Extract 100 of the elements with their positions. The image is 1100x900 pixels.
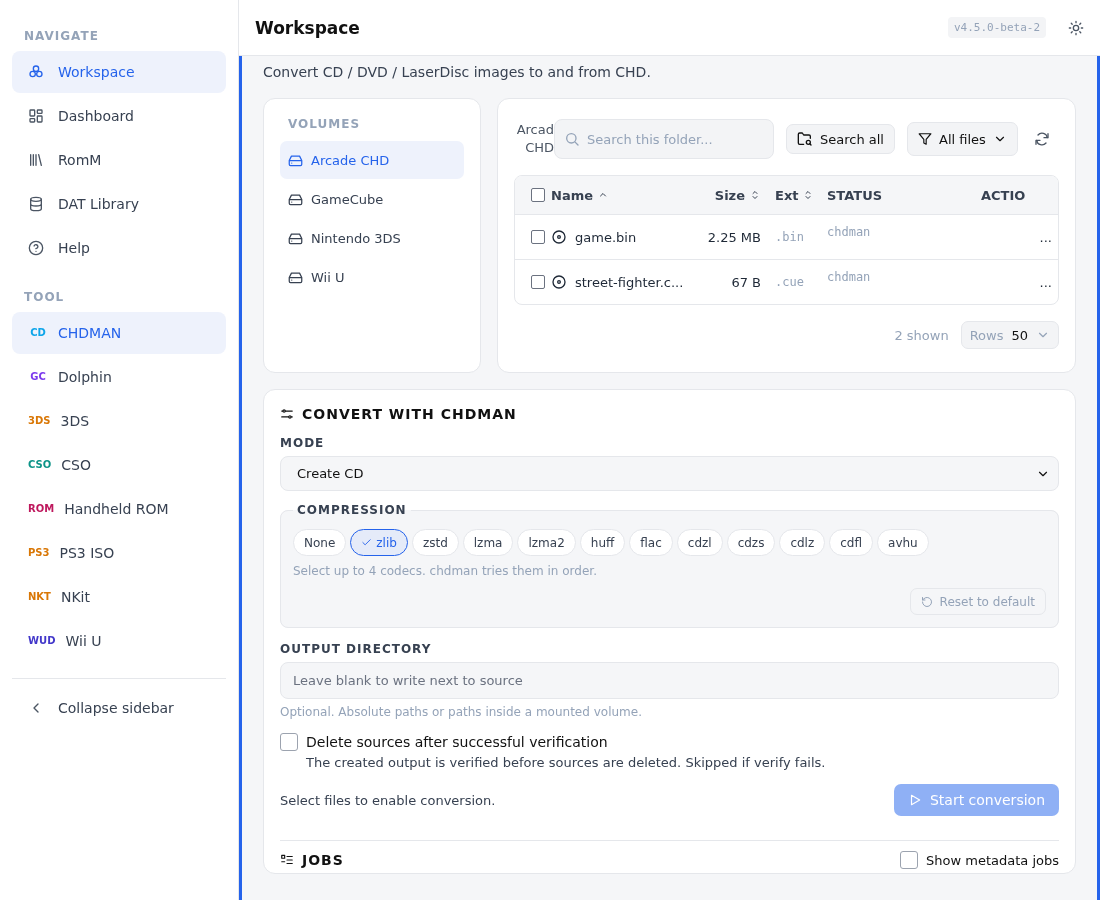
row-checkbox[interactable] bbox=[531, 230, 545, 244]
sidebar-item[interactable]: CSO CSO bbox=[12, 444, 226, 486]
section-heading: NAVIGATE bbox=[23, 28, 100, 45]
column-header: STATUS bbox=[826, 187, 884, 203]
field-label: COMPRESSION bbox=[296, 503, 408, 517]
conversion-status: Select files to enable conversion. bbox=[280, 792, 496, 808]
reset-icon bbox=[920, 595, 933, 608]
codec-chip[interactable]: cdzs bbox=[726, 529, 776, 556]
volume-item[interactable]: Nintendo 3DS bbox=[280, 219, 464, 257]
page-subtitle: Convert CD / DVD / LaserDisc images to and from CHD. bbox=[263, 64, 652, 80]
checkbox-label: Delete sources after successful verification bbox=[306, 734, 608, 750]
tool-abbreviation-label: NKT bbox=[28, 590, 51, 604]
dashboard-icon bbox=[28, 108, 44, 124]
select-all-checkbox[interactable] bbox=[531, 188, 545, 202]
search-field[interactable]: Search this folder... bbox=[554, 119, 774, 159]
folder-search-icon bbox=[797, 131, 813, 147]
version-label: v4.5.0-beta-2 bbox=[947, 17, 1046, 38]
drive-icon bbox=[288, 152, 303, 168]
sidebar-item[interactable]: 3DS 3DS bbox=[12, 400, 226, 442]
sidebar-item[interactable]: CD CHDMAN bbox=[12, 312, 226, 354]
check-icon bbox=[361, 537, 373, 548]
rows-per-page-dropdown[interactable]: Rows 50 bbox=[960, 321, 1059, 349]
tool-abbreviation-label: GC bbox=[29, 370, 47, 384]
sidebar-item[interactable]: NKT NKit bbox=[12, 576, 226, 618]
sun-icon bbox=[1068, 19, 1084, 36]
disc-icon bbox=[551, 229, 567, 245]
row-actions-button[interactable]: ... bbox=[961, 229, 1058, 245]
tool-abbreviation-label: WUD bbox=[28, 634, 56, 648]
sliders-icon bbox=[280, 407, 294, 421]
sidebar-item[interactable]: ROM Handheld ROM bbox=[12, 488, 226, 530]
codec-chip[interactable]: lzma2 bbox=[517, 529, 576, 556]
file-extension: .bin bbox=[774, 230, 805, 244]
disc-icon bbox=[551, 274, 567, 290]
metadata-jobs-checkbox[interactable] bbox=[900, 851, 919, 869]
filter-icon bbox=[918, 132, 932, 146]
tool-abbreviation-label: CD bbox=[29, 326, 47, 340]
tool-abbreviation-label: PS3 bbox=[28, 546, 50, 560]
section-heading: TOOL bbox=[23, 289, 66, 306]
library-icon bbox=[28, 152, 44, 168]
column-header[interactable]: Name bbox=[551, 187, 691, 203]
filter-dropdown[interactable]: All files bbox=[907, 122, 1018, 156]
codec-chip[interactable]: None bbox=[293, 529, 347, 556]
checkbox-hint: The created output is verified before sources are deleted. Skipped if verify fails. bbox=[306, 755, 827, 770]
sort-icon bbox=[749, 189, 761, 201]
sidebar-item[interactable]: Dashboard bbox=[12, 95, 226, 137]
collapse-sidebar-button[interactable]: Collapse sidebar bbox=[12, 687, 226, 729]
sidebar-item[interactable]: RomM bbox=[12, 139, 226, 181]
tool-abbreviation-label: 3DS bbox=[28, 414, 51, 428]
file-size: 67 B bbox=[730, 274, 761, 290]
search-icon bbox=[564, 131, 580, 147]
shown-count: 2 shown bbox=[894, 327, 949, 343]
refresh-button[interactable] bbox=[1033, 131, 1050, 147]
row-actions-button[interactable]: ... bbox=[961, 274, 1058, 290]
codec-chip[interactable]: zlib bbox=[350, 529, 408, 556]
panel-title: CONVERT WITH CHDMAN bbox=[302, 406, 517, 422]
codec-chip[interactable]: cdfl bbox=[829, 529, 874, 556]
database-icon bbox=[28, 196, 44, 212]
output-directory-field[interactable]: Leave blank to write next to source bbox=[280, 662, 1059, 699]
sidebar-item[interactable]: Help bbox=[12, 227, 226, 269]
file-name: game.bin bbox=[575, 229, 637, 245]
search-all-button[interactable]: Search all bbox=[786, 124, 895, 154]
delete-sources-checkbox[interactable] bbox=[280, 733, 298, 751]
tool-abbreviation-label: CSO bbox=[28, 458, 52, 472]
sidebar-item[interactable]: Workspace bbox=[12, 51, 226, 93]
codec-hint: Select up to 4 codecs. chdman tries them in order. bbox=[293, 564, 598, 578]
sidebar-item[interactable]: DAT Library bbox=[12, 183, 226, 225]
volume-item[interactable]: Wii U bbox=[280, 258, 464, 296]
checkbox-label: Show metadata jobs bbox=[926, 852, 1059, 868]
codec-chip[interactable]: avhu bbox=[877, 529, 929, 556]
drive-icon bbox=[288, 191, 303, 207]
volume-item[interactable]: Arcade CHD bbox=[280, 141, 464, 179]
file-status: chdman bbox=[826, 269, 872, 284]
file-status: chdman bbox=[826, 224, 872, 239]
drive-icon bbox=[288, 269, 303, 285]
help-icon bbox=[28, 240, 44, 256]
sidebar-item[interactable]: GC Dolphin bbox=[12, 356, 226, 398]
sidebar-item[interactable]: PS3 PS3 ISO bbox=[12, 532, 226, 574]
row-checkbox[interactable] bbox=[531, 275, 545, 289]
tool-abbreviation-label: ROM bbox=[28, 502, 55, 516]
column-header[interactable]: Size bbox=[691, 187, 761, 203]
column-header: ACTIO bbox=[980, 187, 1027, 203]
field-label: OUTPUT DIRECTORY bbox=[280, 642, 433, 656]
section-title: JOBS bbox=[302, 852, 344, 868]
file-size: 2.25 MB bbox=[706, 229, 761, 245]
codec-chip[interactable]: cdzl bbox=[676, 529, 723, 556]
column-header[interactable]: Ext bbox=[761, 187, 821, 203]
refresh-icon bbox=[1033, 131, 1050, 147]
field-label: MODE bbox=[280, 436, 326, 450]
codec-chip[interactable]: lzma bbox=[462, 529, 514, 556]
list-icon bbox=[280, 853, 294, 867]
volume-item[interactable]: GameCube bbox=[280, 180, 464, 218]
mode-select[interactable]: Create CD bbox=[280, 456, 1059, 491]
theme-toggle[interactable] bbox=[1068, 19, 1084, 36]
drive-icon bbox=[288, 230, 303, 246]
codec-chip[interactable]: flac bbox=[629, 529, 673, 556]
file-extension: .cue bbox=[774, 275, 805, 289]
sidebar-item[interactable]: WUD Wii U bbox=[12, 620, 226, 662]
codec-chip[interactable]: zstd bbox=[411, 529, 459, 556]
codec-chip[interactable]: huff bbox=[579, 529, 626, 556]
codec-chip[interactable]: cdlz bbox=[779, 529, 826, 556]
